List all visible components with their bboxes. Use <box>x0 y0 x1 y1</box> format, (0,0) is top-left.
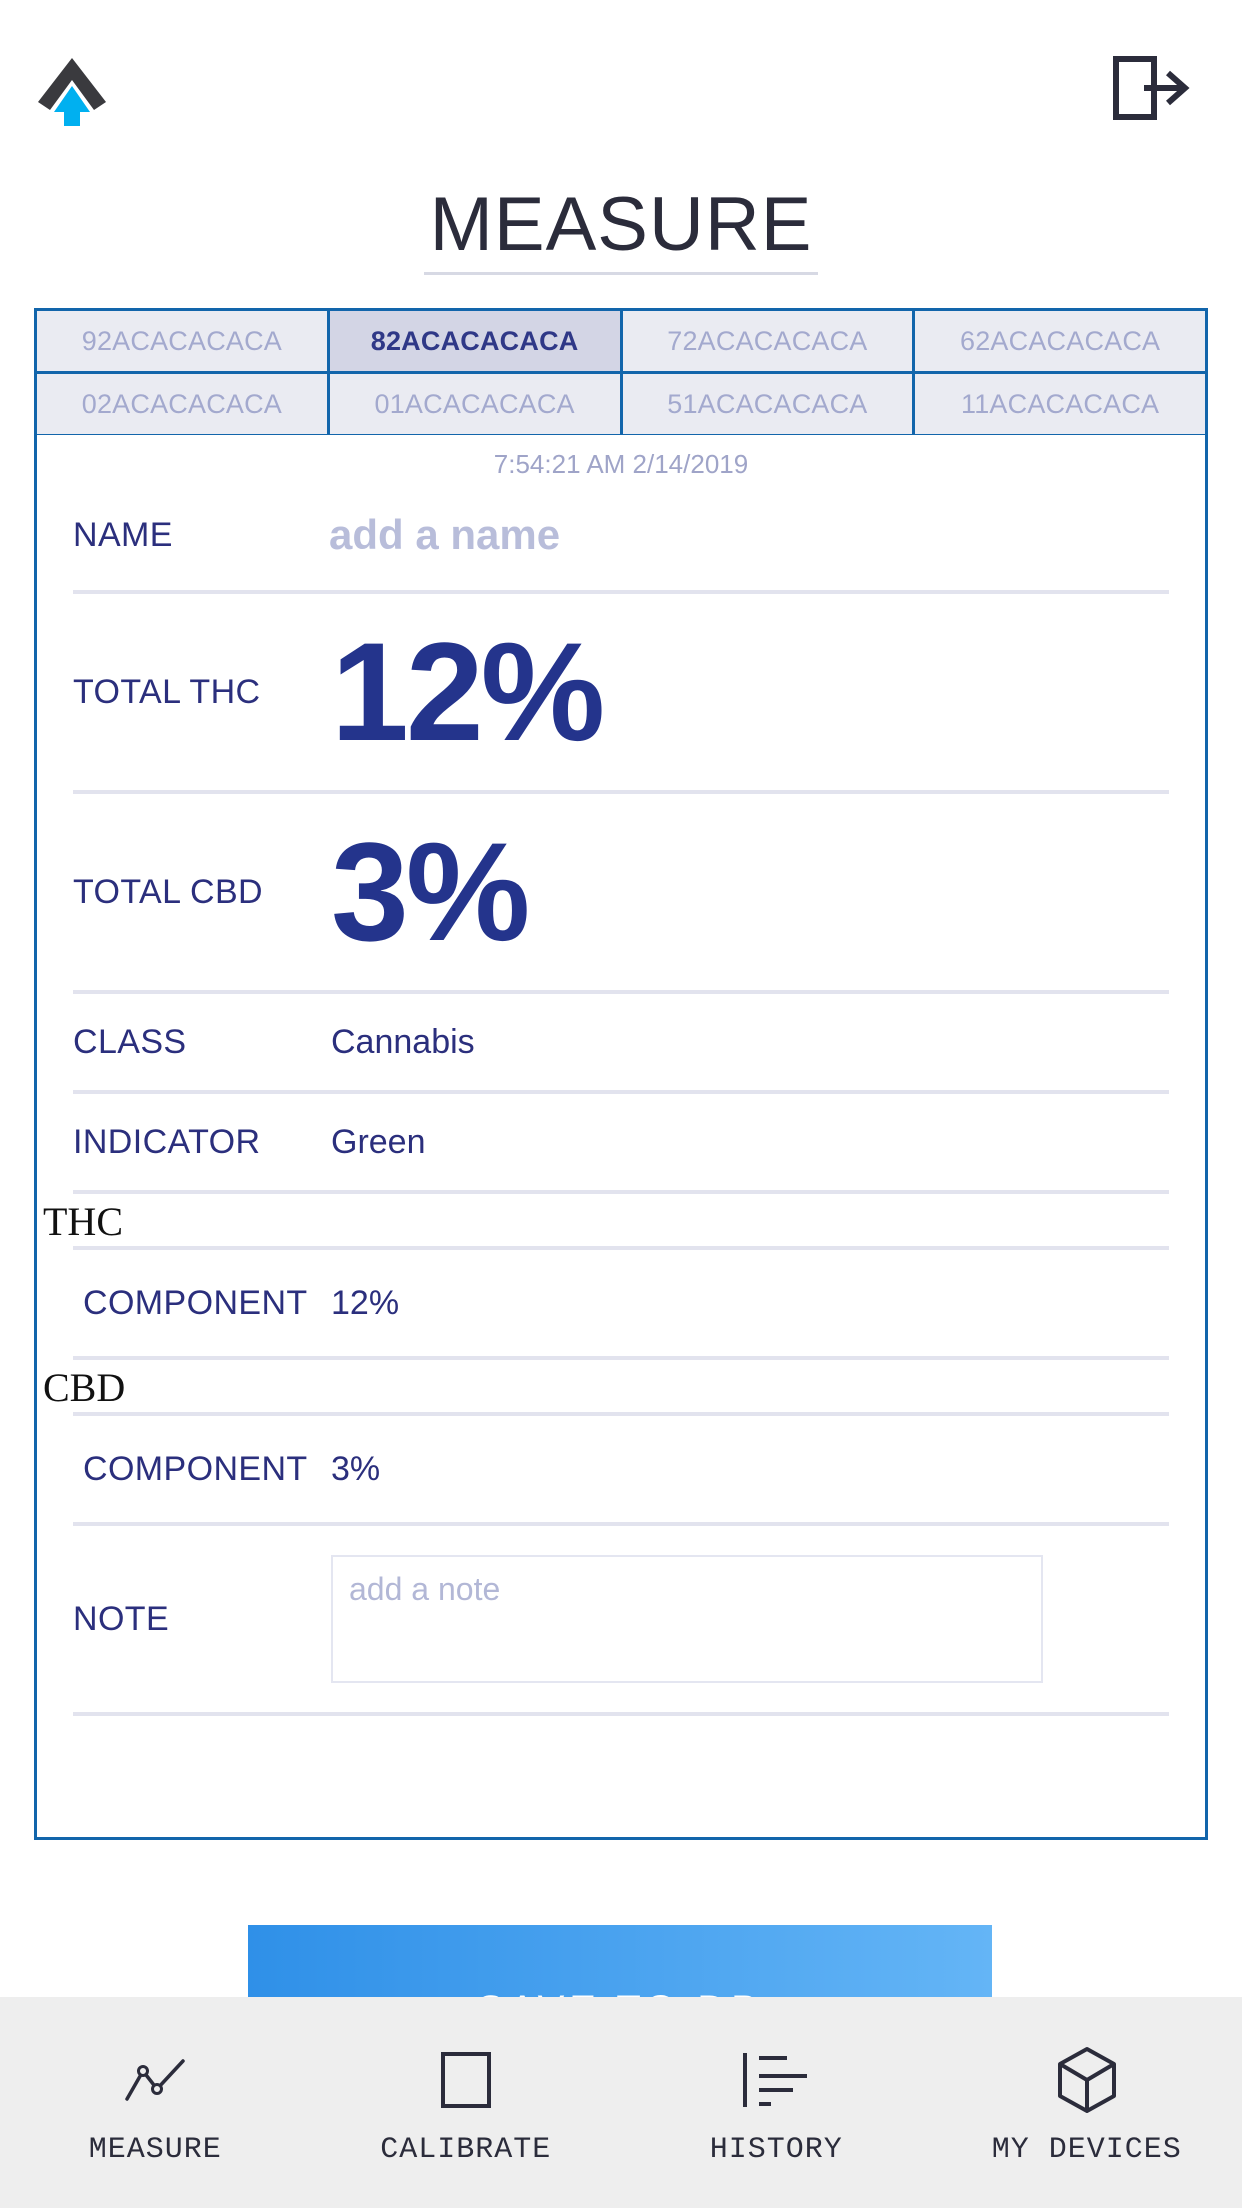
indicator-value: Green <box>331 1122 426 1161</box>
nav-label-calibrate: CALIBRATE <box>380 2133 552 2167</box>
cube-icon <box>1056 2047 1118 2113</box>
page-title-wrapper: MEASURE <box>0 182 1242 275</box>
tab-device-1[interactable]: 82ACACACACA <box>329 311 620 371</box>
tab-device-3[interactable]: 62ACACACACA <box>915 311 1205 371</box>
nav-item-history[interactable]: HISTORY <box>621 1997 932 2208</box>
logout-icon[interactable] <box>1112 55 1190 121</box>
row-thc-component: COMPONENT 12% <box>73 1246 1169 1356</box>
app-root: MEASURE 92ACACACACA 82ACACACACA 72ACACAC… <box>0 0 1242 2208</box>
row-indicator: INDICATOR Green <box>73 1090 1169 1190</box>
device-tabs: 92ACACACACA 82ACACACACA 72ACACACACA 62AC… <box>34 308 1208 437</box>
row-class: CLASS Cannabis <box>73 990 1169 1090</box>
row-divider-bottom <box>73 1712 1169 1772</box>
cbd-component-value: 3% <box>331 1449 381 1488</box>
cbd-component-label: COMPONENT <box>83 1449 308 1488</box>
nav-label-measure: MEASURE <box>88 2133 222 2167</box>
thc-component-value: 12% <box>331 1283 400 1322</box>
thc-component-label: COMPONENT <box>83 1283 308 1322</box>
line-chart-icon <box>123 2049 187 2111</box>
tab-device-5[interactable]: 01ACACACACA <box>329 374 620 434</box>
note-placeholder: add a note <box>349 1571 501 1607</box>
tab-device-6[interactable]: 51ACACACACA <box>622 374 913 434</box>
tab-device-2[interactable]: 72ACACACACA <box>622 311 913 371</box>
row-name[interactable]: NAME add a name <box>73 480 1169 590</box>
measurement-card: 7:54:21 AM 2/14/2019 NAME add a name TOT… <box>34 435 1208 1840</box>
upload-arrow-logo-icon <box>34 52 110 128</box>
note-label: NOTE <box>73 1599 170 1638</box>
nav-item-my-devices[interactable]: MY DEVICES <box>932 1997 1242 2208</box>
row-note: NOTE add a note <box>73 1522 1169 1712</box>
name-input[interactable]: add a name <box>329 511 560 559</box>
measurement-rows: NAME add a name TOTAL THC 12% TOTAL CBD … <box>37 480 1205 1772</box>
bottom-navigation: MEASURE CALIBRATE HISTORY MY DEVICES <box>0 1997 1242 2208</box>
nav-label-history: HISTORY <box>709 2133 843 2167</box>
cbd-group-header: CBD <box>43 1356 1169 1412</box>
thc-group-header: THC <box>43 1190 1169 1246</box>
total-cbd-value: 3% <box>331 813 530 970</box>
measurement-timestamp: 7:54:21 AM 2/14/2019 <box>493 449 749 479</box>
total-thc-label: TOTAL THC <box>73 672 261 711</box>
nav-item-measure[interactable]: MEASURE <box>0 1997 311 2208</box>
row-total-cbd: TOTAL CBD 3% <box>73 790 1169 990</box>
tab-device-4[interactable]: 02ACACACACA <box>37 374 327 434</box>
class-label: CLASS <box>73 1022 187 1061</box>
nav-item-calibrate[interactable]: CALIBRATE <box>311 1997 622 2208</box>
total-cbd-label: TOTAL CBD <box>73 872 264 911</box>
square-icon <box>440 2049 492 2111</box>
app-header <box>0 0 1242 175</box>
thc-group-title: THC <box>43 1199 123 1244</box>
tab-device-7[interactable]: 11ACACACACA <box>915 374 1205 434</box>
name-label: NAME <box>73 515 173 554</box>
class-value: Cannabis <box>331 1022 475 1061</box>
row-total-thc: TOTAL THC 12% <box>73 590 1169 790</box>
note-input[interactable]: add a note <box>331 1555 1043 1683</box>
nav-label-my-devices: MY DEVICES <box>991 2133 1182 2167</box>
indicator-label: INDICATOR <box>73 1122 261 1161</box>
row-cbd-component: COMPONENT 3% <box>73 1412 1169 1522</box>
cbd-group-title: CBD <box>43 1365 126 1410</box>
tab-device-0[interactable]: 92ACACACACA <box>37 311 327 371</box>
list-lines-icon <box>741 2049 811 2111</box>
page-title: MEASURE <box>423 182 819 275</box>
total-thc-value: 12% <box>331 613 605 770</box>
